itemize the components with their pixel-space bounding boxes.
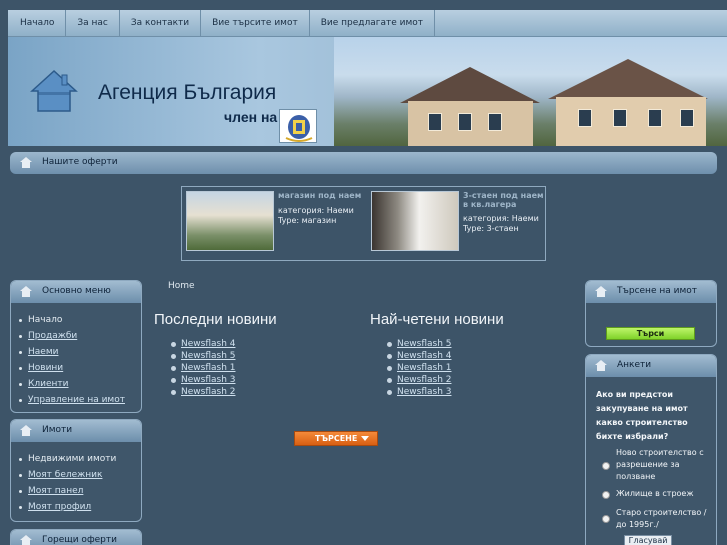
house-photo-window — [428, 113, 442, 131]
house-photo-roof — [548, 59, 708, 99]
house-photo-window — [458, 113, 472, 131]
search-toggle-button[interactable]: ТЪРСЕНЕ — [294, 431, 378, 446]
breadcrumb[interactable]: Home — [168, 281, 195, 291]
menu-item-clients[interactable]: Клиенти — [19, 379, 141, 389]
association-seal-icon — [279, 109, 317, 143]
nav-item-contacts[interactable]: За контакти — [120, 10, 202, 36]
offer-thumbnail[interactable] — [371, 191, 459, 251]
news-link[interactable]: Newsflash 5 — [387, 339, 451, 351]
search-toggle-label: ТЪРСЕНЕ — [315, 434, 358, 443]
property-search-title: Търсене на имот — [617, 286, 697, 296]
hot-offers-box: Горещи оферти — [10, 529, 142, 545]
poll-option-label: Ново строителство с разрешение за ползва… — [616, 448, 704, 481]
house-photo-window — [680, 109, 694, 127]
top-navigation: Начало За нас За контакти Вие търсите им… — [8, 10, 727, 37]
hot-offers-title: Горещи оферти — [42, 535, 117, 545]
offers-bar: Нашите оферти — [10, 152, 717, 174]
home-icon — [20, 535, 32, 545]
offer-card[interactable]: 3-стаен под наем в кв.лагера категория: … — [371, 191, 549, 255]
properties-menu-title: Имоти — [42, 425, 73, 435]
poll-radio[interactable] — [602, 491, 610, 499]
news-link[interactable]: Newsflash 4 — [387, 351, 451, 363]
site-header: Агенция България член на — [8, 37, 727, 146]
offer-category: категория: Наеми — [278, 206, 354, 215]
main-menu-header: Основно меню — [11, 281, 141, 303]
news-link[interactable]: Newsflash 4 — [171, 339, 235, 351]
home-icon — [20, 286, 32, 297]
properties-menu-list: Недвижими имоти Моят бележник Моят панел… — [11, 442, 141, 512]
menu-item-my-notebook[interactable]: Моят бележник — [19, 470, 141, 480]
offer-card[interactable]: магазин под наем категория: Наеми Type: … — [186, 191, 364, 255]
offer-title[interactable]: 3-стаен под наем в кв.лагера — [463, 191, 549, 209]
poll-question: Ако ви предстои закупуване на имот какво… — [596, 390, 688, 441]
news-link[interactable]: Newsflash 5 — [171, 351, 235, 363]
menu-item-my-panel[interactable]: Моят панел — [19, 486, 141, 496]
offer-thumbnail[interactable] — [186, 191, 274, 251]
home-icon — [20, 157, 32, 168]
most-read-title: Най-четени новини — [370, 311, 504, 328]
news-link[interactable]: Newsflash 1 — [387, 363, 451, 375]
house-photo-window — [578, 109, 592, 127]
house-photo-window — [613, 109, 627, 127]
menu-item-news[interactable]: Новини — [19, 363, 141, 373]
property-search-header: Търсене на имот — [586, 281, 716, 303]
menu-item-home[interactable]: Начало — [19, 315, 141, 325]
house-photo-roof — [400, 67, 540, 103]
house-photo-window — [488, 113, 502, 131]
poll-title: Анкети — [617, 360, 652, 370]
news-link[interactable]: Newsflash 1 — [171, 363, 235, 375]
most-read-list: Newsflash 5 Newsflash 4 Newsflash 1 News… — [387, 339, 451, 399]
home-icon — [595, 360, 607, 371]
menu-item-my-profile[interactable]: Моят профил — [19, 502, 141, 512]
nav-item-about[interactable]: За нас — [66, 10, 120, 36]
home-icon — [20, 425, 32, 436]
offer-category: категория: Наеми — [463, 214, 539, 223]
poll-header: Анкети — [586, 355, 716, 377]
news-link[interactable]: Newsflash 2 — [387, 375, 451, 387]
member-text: член на — [224, 109, 278, 125]
nav-item-looking-for-property[interactable]: Вие търсите имот — [201, 10, 310, 36]
poll-option-label: Жилище в строеж — [616, 489, 694, 498]
offers-carousel: магазин под наем категория: Наеми Type: … — [181, 186, 546, 261]
vote-button[interactable]: Гласувай — [624, 535, 672, 545]
menu-item-sales[interactable]: Продажби — [19, 331, 141, 341]
offer-type: Type: 3-стаен — [463, 224, 519, 233]
site-title: Агенция България — [98, 81, 277, 104]
main-menu-list: Начало Продажби Наеми Новини Клиенти Упр… — [11, 303, 141, 405]
house-logo-icon — [30, 69, 78, 112]
menu-item-real-estate[interactable]: Недвижими имоти — [19, 454, 141, 464]
poll-radio[interactable] — [602, 462, 610, 470]
latest-news-title: Последни новини — [154, 311, 277, 328]
news-link[interactable]: Newsflash 3 — [387, 387, 451, 399]
main-menu-box: Основно меню Начало Продажби Наеми Новин… — [10, 280, 142, 413]
news-link[interactable]: Newsflash 2 — [171, 387, 235, 399]
poll-radio[interactable] — [602, 515, 610, 523]
menu-item-rentals[interactable]: Наеми — [19, 347, 141, 357]
property-search-button[interactable]: Търси — [606, 327, 695, 340]
offers-title: Нашите оферти — [42, 157, 118, 167]
poll-option-label: Старо строителство /до 1995г./ — [616, 508, 707, 529]
offer-type: Type: магазин — [278, 216, 337, 225]
hot-offers-header: Горещи оферти — [11, 530, 141, 545]
properties-menu-box: Имоти Недвижими имоти Моят бележник Моят… — [10, 419, 142, 522]
latest-news-list: Newsflash 4 Newsflash 5 Newsflash 1 News… — [171, 339, 235, 399]
house-photo-window — [648, 109, 662, 127]
menu-item-property-management[interactable]: Управление на имот — [19, 395, 141, 405]
main-menu-title: Основно меню — [42, 286, 111, 296]
chevron-down-icon — [361, 436, 369, 441]
news-link[interactable]: Newsflash 3 — [171, 375, 235, 387]
home-icon — [595, 286, 607, 297]
offer-title[interactable]: магазин под наем — [278, 191, 364, 200]
nav-item-offering-property[interactable]: Вие предлагате имот — [310, 10, 436, 36]
properties-menu-header: Имоти — [11, 420, 141, 442]
nav-item-home[interactable]: Начало — [8, 10, 67, 36]
